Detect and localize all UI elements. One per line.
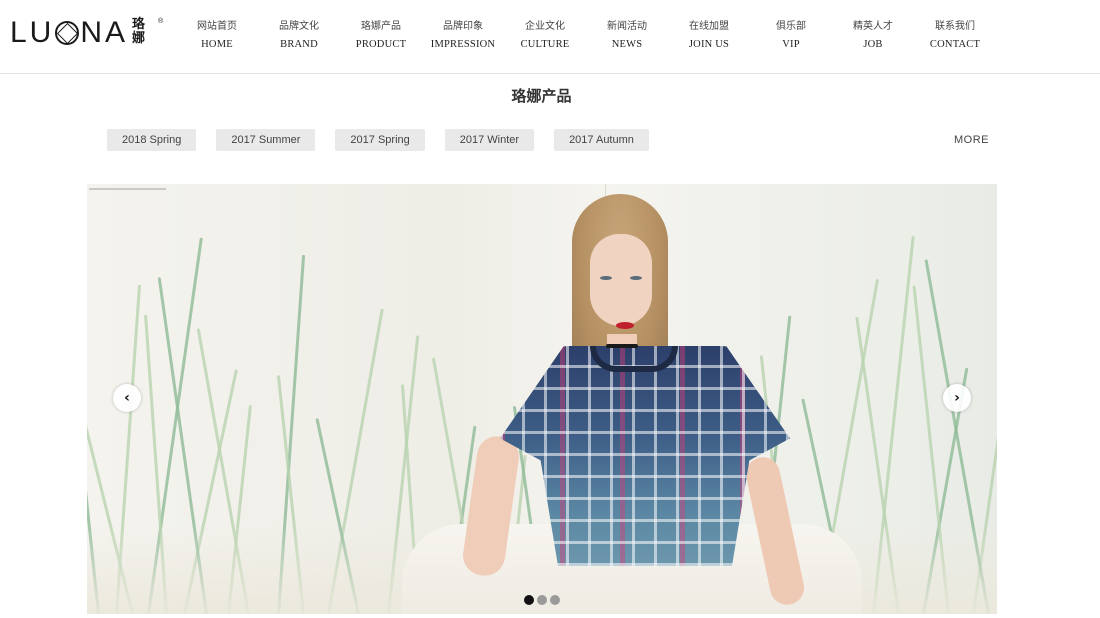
nav-label-cn: 品牌文化 xyxy=(279,21,319,32)
nav-label-en: JOIN US xyxy=(688,39,730,50)
nav-item-join-us[interactable]: 在线加盟 JOIN US xyxy=(668,20,750,51)
next-slide-button[interactable]: › xyxy=(943,384,971,412)
carousel-dot-1[interactable] xyxy=(524,595,534,605)
model-figure xyxy=(402,194,862,614)
model-eye-right xyxy=(630,276,642,280)
logo-text: LU NA xyxy=(10,16,129,49)
nav-item-impression[interactable]: 品牌印象 IMPRESSION xyxy=(422,20,504,51)
nav-label-en: NEWS xyxy=(611,39,643,50)
registered-mark: ® xyxy=(158,18,164,25)
nav-label-cn: 在线加盟 xyxy=(689,21,729,32)
nav-item-vip[interactable]: 俱乐部 VIP xyxy=(750,20,832,51)
chevron-left-icon: ‹ xyxy=(124,390,130,406)
tab-2018-spring[interactable]: 2018 Spring xyxy=(107,129,197,151)
logo-chinese: 珞 娜 xyxy=(132,17,146,46)
product-carousel[interactable]: ‹ › xyxy=(87,184,997,614)
tab-2017-winter[interactable]: 2017 Winter xyxy=(444,129,535,151)
nav-label-en: IMPRESSION xyxy=(430,39,496,50)
nav-item-product[interactable]: 珞娜产品 PRODUCT xyxy=(340,20,422,51)
nav-item-news[interactable]: 新闻活动 NEWS xyxy=(586,20,668,51)
tab-2017-autumn[interactable]: 2017 Autumn xyxy=(554,129,649,151)
more-link[interactable]: MORE xyxy=(954,134,989,146)
nav-item-home[interactable]: 网站首页 HOME xyxy=(176,20,258,51)
chevron-right-icon: › xyxy=(954,390,960,406)
nav-label-cn: 珞娜产品 xyxy=(361,21,401,32)
nav-label-cn: 企业文化 xyxy=(525,21,565,32)
nav-label-en: CONTACT xyxy=(929,39,981,50)
nav-label-en: PRODUCT xyxy=(355,39,407,50)
nav-item-brand[interactable]: 品牌文化 BRAND xyxy=(258,20,340,51)
site-header: LU NA 珞 娜 ® 网站首页 HOME 品牌文化 BRAND 珞娜产品 PRODUC… xyxy=(0,0,1100,74)
prev-slide-button[interactable]: ‹ xyxy=(113,384,141,412)
carousel-dot-2[interactable] xyxy=(537,595,547,605)
tab-2017-spring[interactable]: 2017 Spring xyxy=(335,129,425,151)
nav-item-culture[interactable]: 企业文化 CULTURE xyxy=(504,20,586,51)
season-tabs: 2018 Spring 2017 Summer 2017 Spring 2017… xyxy=(107,129,669,151)
luona-logo[interactable]: LU NA 珞 娜 ® xyxy=(10,16,163,50)
nav-label-cn: 俱乐部 xyxy=(776,21,806,32)
tab-2017-summer[interactable]: 2017 Summer xyxy=(216,129,316,151)
nav-item-contact[interactable]: 联系我们 CONTACT xyxy=(914,20,996,51)
nav-label-en: JOB xyxy=(863,39,883,50)
model-face xyxy=(590,234,652,326)
nav-label-en: CULTURE xyxy=(520,39,570,50)
model-lips xyxy=(616,322,634,329)
nav-label-cn: 联系我们 xyxy=(935,21,975,32)
nav-label-en: BRAND xyxy=(280,39,318,50)
section-title: 珞娜产品 xyxy=(511,87,572,105)
nav-label-cn: 网站首页 xyxy=(197,21,237,32)
nav-label-en: VIP xyxy=(782,39,800,50)
carousel-dot-3[interactable] xyxy=(550,595,560,605)
slide-progress-line xyxy=(89,188,166,190)
nav-label-cn: 品牌印象 xyxy=(443,21,483,32)
nav-item-job[interactable]: 精英人才 JOB xyxy=(832,20,914,51)
model-choker xyxy=(606,344,638,348)
nav-label-cn: 精英人才 xyxy=(853,21,893,32)
model-eye-left xyxy=(600,276,612,280)
main-nav: 网站首页 HOME 品牌文化 BRAND 珞娜产品 PRODUCT 品牌印象 IMPRE… xyxy=(176,20,996,51)
nav-label-cn: 新闻活动 xyxy=(607,21,647,32)
nav-label-en: HOME xyxy=(201,39,233,50)
carousel-pagination xyxy=(524,595,563,605)
shirt-collar xyxy=(590,346,678,372)
